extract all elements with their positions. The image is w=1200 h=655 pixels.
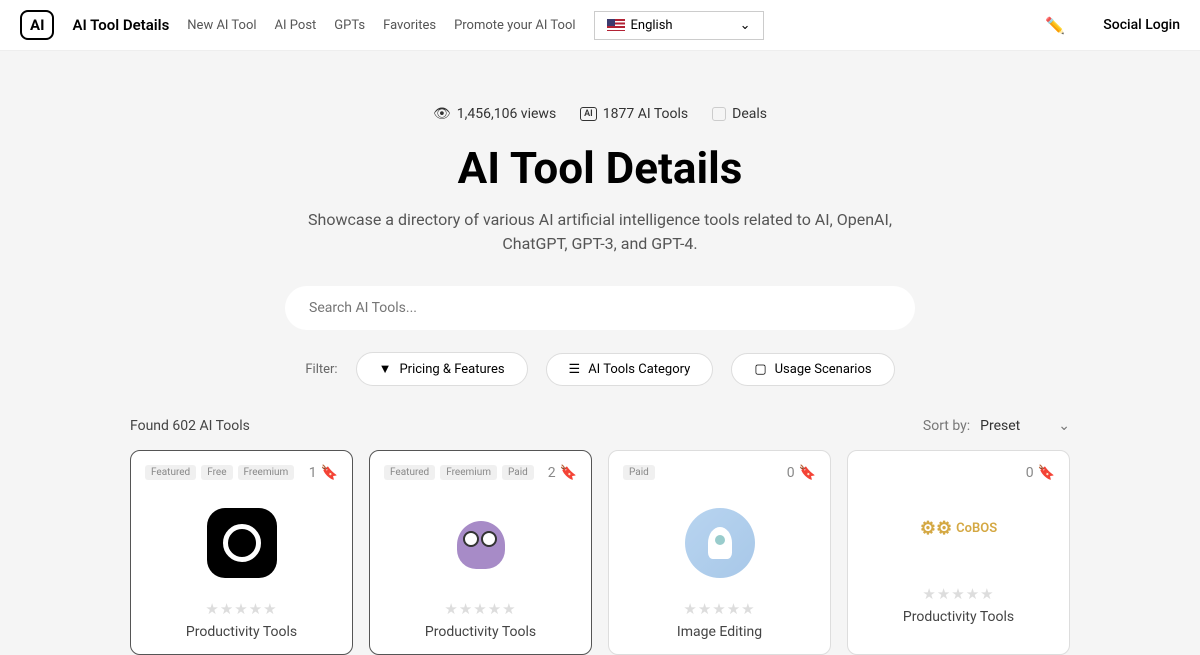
bookmark-icon: 🔖 [1038, 465, 1055, 481]
tag: Freemium [238, 465, 295, 480]
nav-favorites[interactable]: Favorites [383, 18, 436, 33]
filter-icon: ▼ [379, 361, 392, 377]
page-subtitle: Showcase a directory of various AI artif… [290, 208, 910, 256]
filter-label: Filter: [305, 362, 337, 377]
sort-value: Preset [980, 418, 1020, 434]
hero-section: 👁 1,456,106 views AI 1877 AI Tools Deals… [0, 51, 1200, 406]
tag: Featured [145, 465, 196, 480]
tool-logo [145, 498, 338, 588]
brand-name[interactable]: AI Tool Details [72, 16, 169, 34]
tool-category: Productivity Tools [145, 624, 338, 640]
rating-stars: ★★★★★ [862, 585, 1055, 603]
filter-pricing-button[interactable]: ▼ Pricing & Features [356, 352, 528, 386]
filter-category-button[interactable]: ☰ AI Tools Category [546, 353, 714, 386]
filter-pricing-label: Pricing & Features [399, 362, 504, 377]
social-login-button[interactable]: Social Login [1103, 17, 1180, 33]
header: AI AI Tool Details New AI Tool AI Post G… [0, 0, 1200, 51]
tool-category: Productivity Tools [384, 624, 577, 640]
tool-logo: ⚙⚙ CoBOS [862, 483, 1055, 573]
tool-logo [384, 498, 577, 588]
search-input[interactable] [309, 300, 891, 316]
tool-count-stat: AI 1877 AI Tools [580, 106, 688, 122]
chevron-down-icon: ⌄ [740, 18, 751, 33]
list-icon: ☰ [569, 362, 581, 377]
deals-label: Deals [732, 106, 767, 122]
language-selector[interactable]: English ⌄ [594, 11, 764, 40]
tag: Free [201, 465, 232, 480]
tag: Paid [623, 465, 655, 480]
edit-icon[interactable]: ✏️ [1045, 16, 1065, 35]
views-count: 1,456,106 views [457, 106, 556, 122]
tool-card[interactable]: 0 🔖 ⚙⚙ CoBOS ★★★★★ Productivity Tools [847, 450, 1070, 655]
rating-stars: ★★★★★ [145, 600, 338, 618]
chevron-down-icon: ⌄ [1058, 418, 1070, 434]
filter-usage-button[interactable]: ▢ Usage Scenarios [731, 353, 894, 386]
tag: Paid [502, 465, 534, 480]
deals-filter[interactable]: Deals [712, 106, 767, 122]
eye-icon: 👁 [433, 106, 451, 122]
page-title: AI Tool Details [20, 142, 1180, 194]
search-container [285, 286, 915, 330]
bookmark-button[interactable]: 2 🔖 [548, 465, 577, 481]
brand-text: CoBOS [956, 521, 997, 536]
bookmark-button[interactable]: 0 🔖 [787, 465, 816, 481]
tool-count: 1877 AI Tools [603, 106, 688, 122]
rating-stars: ★★★★★ [384, 600, 577, 618]
device-icon: ▢ [754, 362, 766, 377]
results-bar: Found 602 AI Tools Sort by: Preset ⌄ [0, 406, 1200, 450]
tag: Featured [384, 465, 435, 480]
bookmark-icon: 🔖 [799, 465, 816, 481]
tag: Freemium [440, 465, 497, 480]
checkbox-icon[interactable] [712, 107, 726, 121]
nav-ai-post[interactable]: AI Post [275, 18, 317, 33]
results-count: Found 602 AI Tools [130, 418, 250, 434]
bookmark-button[interactable]: 0 🔖 [1026, 465, 1055, 481]
tool-category: Image Editing [623, 624, 816, 640]
bookmark-count: 0 [1026, 465, 1034, 481]
language-label: English [631, 18, 673, 33]
nav-promote[interactable]: Promote your AI Tool [454, 18, 575, 33]
tool-card[interactable]: Featured Free Freemium 1 🔖 ★★★★★ Product… [130, 450, 353, 655]
nav-gpts[interactable]: GPTs [334, 18, 365, 33]
bookmark-icon: 🔖 [560, 465, 577, 481]
bookmark-count: 2 [548, 465, 556, 481]
views-stat: 👁 1,456,106 views [433, 106, 556, 122]
logo[interactable]: AI [20, 10, 54, 40]
nav-new-ai-tool[interactable]: New AI Tool [187, 18, 256, 33]
bookmark-button[interactable]: 1 🔖 [309, 465, 338, 481]
card-grid: Featured Free Freemium 1 🔖 ★★★★★ Product… [0, 450, 1200, 655]
bookmark-count: 0 [787, 465, 795, 481]
tool-category: Productivity Tools [862, 609, 1055, 625]
bookmark-count: 1 [309, 465, 317, 481]
filter-row: Filter: ▼ Pricing & Features ☰ AI Tools … [20, 352, 1180, 386]
flag-icon [607, 19, 625, 31]
filter-usage-label: Usage Scenarios [775, 362, 872, 377]
sort-label: Sort by: [923, 418, 970, 434]
sort-control[interactable]: Sort by: Preset ⌄ [923, 418, 1070, 434]
tool-card[interactable]: Featured Freemium Paid 2 🔖 ★★★★★ Product… [369, 450, 592, 655]
stats-bar: 👁 1,456,106 views AI 1877 AI Tools Deals [20, 106, 1180, 122]
rating-stars: ★★★★★ [623, 600, 816, 618]
bookmark-icon: 🔖 [321, 465, 338, 481]
gears-icon: ⚙⚙ [920, 518, 952, 539]
filter-category-label: AI Tools Category [588, 362, 690, 377]
tool-logo [623, 498, 816, 588]
ai-badge-icon: AI [580, 107, 597, 121]
tool-card[interactable]: Paid 0 🔖 ★★★★★ Image Editing [608, 450, 831, 655]
